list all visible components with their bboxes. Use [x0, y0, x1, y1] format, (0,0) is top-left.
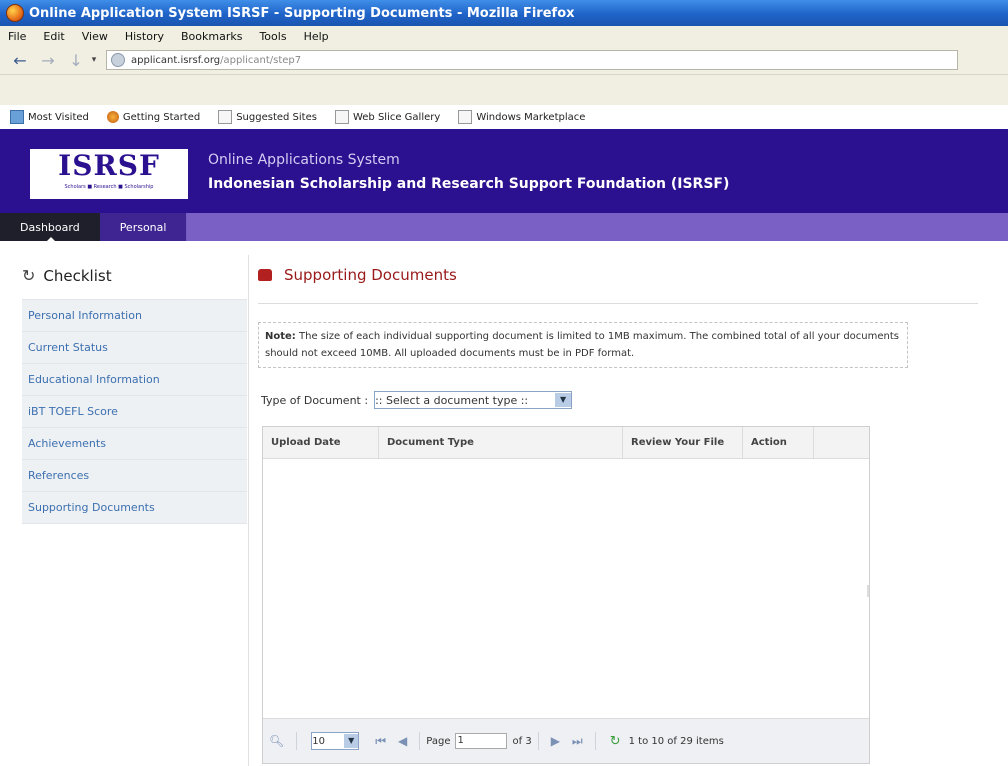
menu-edit[interactable]: Edit [35, 30, 73, 43]
content-divider [248, 255, 249, 766]
most-visited-icon [10, 110, 24, 124]
note-label: Note: [265, 331, 296, 342]
column-document-type[interactable]: Document Type [379, 427, 623, 458]
refresh-icon[interactable]: ↻ [610, 734, 621, 749]
title-divider [258, 303, 978, 304]
bookmark-web-slice-gallery[interactable]: Web Slice Gallery [325, 110, 440, 124]
bookmark-windows-marketplace[interactable]: Windows Marketplace [448, 110, 585, 124]
sidebar-item-supporting-documents[interactable]: Supporting Documents [22, 491, 247, 524]
page-size-value: 10 [312, 735, 325, 747]
bookmarks-toolbar: Most Visited Getting Started Suggested S… [0, 105, 1008, 129]
firefox-icon [6, 4, 24, 22]
sidebar-item-current-status[interactable]: Current Status [22, 331, 247, 363]
logo-text: ISRSF [58, 149, 160, 182]
url-domain: applicant.isrsf.org [131, 54, 221, 66]
window-title: Online Application System ISRSF - Suppor… [29, 5, 575, 21]
items-info: 1 to 10 of 29 items [628, 735, 724, 747]
site-title: Indonesian Scholarship and Research Supp… [208, 176, 730, 192]
chevron-down-icon[interactable]: ▼ [555, 393, 572, 407]
sidebar-item-toefl-score[interactable]: iBT TOEFL Score [22, 395, 247, 427]
documents-grid: Upload Date Document Type Review Your Fi… [262, 426, 870, 764]
page-number-input[interactable]: 1 [454, 733, 507, 749]
page-count: of 3 [512, 735, 532, 747]
bookmark-getting-started[interactable]: Getting Started [97, 111, 200, 123]
isrsf-logo[interactable]: ISRSF Scholars ■ Research ■ Scholarship [30, 149, 188, 199]
grid-body [263, 459, 869, 719]
upload-note: Note: The size of each individual suppor… [258, 322, 908, 368]
menu-file[interactable]: File [0, 30, 35, 43]
window-titlebar: Online Application System ISRSF - Suppor… [0, 0, 1008, 26]
document-type-label: Type of Document : [261, 393, 369, 407]
document-type-row: Type of Document : :: Select a document … [261, 391, 573, 409]
refresh-circle-icon: ↻ [22, 266, 36, 285]
pager-separator [594, 732, 596, 750]
logo-tagline: Scholars ■ Research ■ Scholarship [64, 184, 154, 190]
sidebar-item-references[interactable]: References [22, 459, 247, 491]
site-tabs: Dashboard Personal [0, 213, 1008, 242]
page-title-text: Supporting Documents [284, 266, 457, 284]
chevron-down-icon[interactable]: ▼ [344, 734, 359, 748]
note-text: The size of each individual supporting d… [265, 331, 899, 359]
bookmark-most-visited[interactable]: Most Visited [0, 110, 89, 124]
menu-history[interactable]: History [117, 30, 173, 43]
page-icon [334, 110, 349, 124]
documents-icon [258, 269, 272, 281]
grid-header: Upload Date Document Type Review Your Fi… [263, 427, 869, 459]
download-arrow-icon[interactable]: ↓ [64, 51, 88, 70]
pager-separator [419, 732, 421, 750]
column-upload-date[interactable]: Upload Date [263, 427, 379, 458]
document-type-select[interactable]: :: Select a document type :: ▼ [374, 391, 573, 409]
page-size-select[interactable]: 10 ▼ [311, 732, 360, 750]
checklist-heading: ↻ Checklist [22, 266, 112, 285]
history-dropdown-icon[interactable]: ▾ [88, 55, 100, 65]
bookmark-suggested-sites[interactable]: Suggested Sites [208, 110, 317, 124]
next-page-icon[interactable]: ▶︎ [551, 734, 560, 748]
last-page-icon[interactable]: ⏭︎ [572, 734, 583, 749]
menu-tools[interactable]: Tools [251, 30, 295, 43]
url-bar[interactable]: applicant.isrsf.org/applicant/step7 [106, 50, 958, 70]
url-path: /applicant/step7 [220, 54, 302, 66]
checklist-title: Checklist [43, 266, 112, 285]
page-title: Supporting Documents [258, 266, 457, 284]
grid-resize-handle[interactable] [867, 585, 869, 597]
menu-bookmarks[interactable]: Bookmarks [173, 30, 251, 43]
tab-personal[interactable]: Personal [99, 213, 188, 241]
sidebar-item-personal-information[interactable]: Personal Information [22, 299, 247, 331]
tab-dashboard[interactable]: Dashboard [0, 213, 100, 242]
checklist: Personal Information Current Status Educ… [22, 299, 247, 524]
site-header: ISRSF Scholars ■ Research ■ Scholarship … [0, 129, 1008, 213]
pager-separator [537, 732, 539, 750]
page-icon [458, 110, 473, 124]
column-review-file[interactable]: Review Your File [623, 427, 743, 458]
previous-page-icon[interactable]: ◀︎ [398, 734, 407, 748]
first-page-icon[interactable]: ⏮︎ [375, 734, 386, 749]
site-identity-icon[interactable] [111, 53, 125, 67]
menu-view[interactable]: View [74, 30, 117, 43]
firefox-bookmark-icon [106, 111, 119, 123]
column-action[interactable]: Action [743, 427, 814, 458]
tabs-filler [187, 213, 1008, 241]
search-icon[interactable]: 🔍︎ [269, 734, 284, 748]
back-arrow-icon[interactable]: ← [8, 51, 32, 70]
menu-help[interactable]: Help [296, 30, 338, 43]
sidebar-item-educational-information[interactable]: Educational Information [22, 363, 247, 395]
pager-separator [296, 732, 298, 750]
page-label: Page [426, 735, 451, 747]
navigation-toolbar: ← → ↓ ▾ applicant.isrsf.org/applicant/st… [0, 46, 1008, 75]
toolbar-area [0, 75, 1008, 105]
sidebar-item-achievements[interactable]: Achievements [22, 427, 247, 459]
site-subtitle: Online Applications System [208, 152, 400, 168]
grid-pager: 🔍︎ 10 ▼ ⏮︎ ◀︎ Page 1 of 3 ▶︎ ⏭︎ ↻ 1 to 1… [263, 718, 869, 763]
document-type-value: :: Select a document type :: [375, 393, 529, 407]
forward-arrow-icon[interactable]: → [36, 51, 60, 70]
page-icon [218, 110, 233, 124]
menu-bar: File Edit View History Bookmarks Tools H… [0, 26, 1008, 46]
